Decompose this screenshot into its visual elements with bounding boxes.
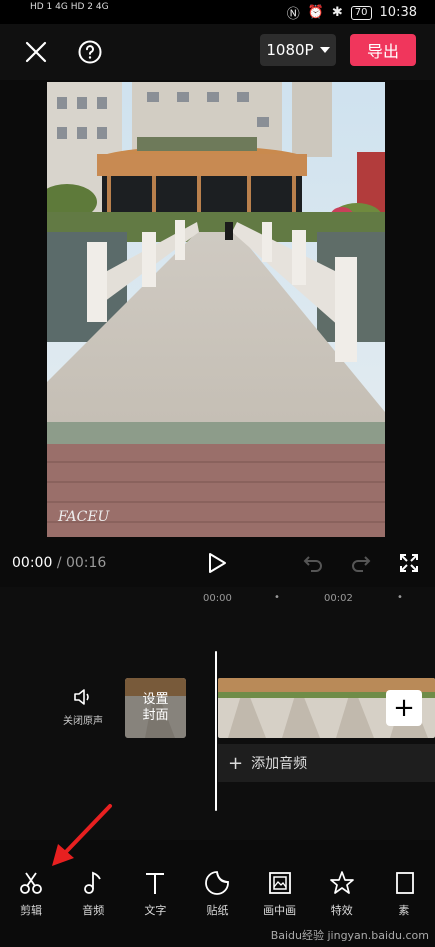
mute-label: 关闭原声 [63,716,103,727]
set-cover-button[interactable]: 设置 封面 [125,678,186,738]
tab-text[interactable]: 文字 [124,870,186,947]
material-icon [396,872,414,894]
ruler-dot: • [274,592,280,603]
undo-icon [303,556,322,572]
tab-label: 音频 [82,904,105,917]
picture-in-picture-icon [268,872,291,894]
tab-audio[interactable]: 音频 [62,870,124,947]
undo-button[interactable] [300,550,326,576]
playback-time: 00:00 / 00:16 [12,555,106,571]
tab-label: 文字 [144,904,167,917]
speaker-icon [74,689,89,705]
redo-icon [352,556,371,572]
video-frame-image [47,82,385,537]
annotation-arrow [52,804,112,866]
scissors-icon [20,872,42,894]
fullscreen-icon [400,554,418,572]
resolution-value: 1080P [266,41,314,59]
baidu-credit-watermark: Baidu经验 jingyan.baidu.com [270,929,429,942]
tab-label: 剪辑 [20,904,43,917]
play-button[interactable] [204,550,230,576]
sticker-icon [205,871,230,895]
effects-star-icon [329,871,354,894]
add-clip-button[interactable]: + [386,690,422,726]
clock: 10:38 [379,5,417,20]
battery-level: 70 [350,5,372,20]
tab-label: 特效 [330,904,353,917]
bluetooth-icon: ✱ [331,5,343,20]
status-bar: HD 1 4G HD 2 4G Ⓝ ⏰ ✱ 70 10:38 [0,0,435,24]
ruler-tick-0: 00:00 [203,593,232,604]
redo-button[interactable] [348,550,374,576]
time-separator: / [56,555,62,571]
play-icon [209,553,226,573]
mute-original-button[interactable]: 关闭原声 [62,688,104,727]
tab-label: 画中画 [263,904,297,917]
add-audio-button[interactable]: + 添加音频 [218,744,435,782]
status-right: Ⓝ ⏰ ✱ 70 10:38 [287,3,417,22]
video-preview [47,82,385,537]
faceu-watermark: FACEU [58,509,110,525]
help-button[interactable] [76,38,104,66]
close-button[interactable] [22,38,50,66]
export-button[interactable]: 导出 [350,34,416,66]
ruler-dot: • [397,592,403,603]
add-audio-label: 添加音频 [251,756,308,772]
dropdown-arrow-icon [319,47,330,53]
tab-label: 贴纸 [206,904,229,917]
ruler-tick-1: 00:02 [324,593,353,604]
playhead[interactable] [215,651,217,811]
tab-label: 素 [398,904,410,917]
network-indicators: HD 1 4G HD 2 4G [30,2,109,12]
resolution-dropdown[interactable]: 1080P [260,34,336,66]
alarm-icon: ⏰ [307,5,324,20]
total-time: 00:16 [65,555,107,571]
music-note-icon [84,871,102,894]
tab-sticker[interactable]: 贴纸 [186,870,248,947]
fullscreen-button[interactable] [396,550,422,576]
help-icon [78,40,102,64]
text-icon [146,873,165,894]
plus-icon: + [393,693,415,723]
plus-icon: + [228,752,244,774]
cover-label: 设置 封面 [125,678,186,738]
tab-edit[interactable]: 剪辑 [0,870,62,947]
nfc-icon: Ⓝ [286,7,300,22]
close-icon [25,41,47,63]
current-time: 00:00 [12,555,53,571]
